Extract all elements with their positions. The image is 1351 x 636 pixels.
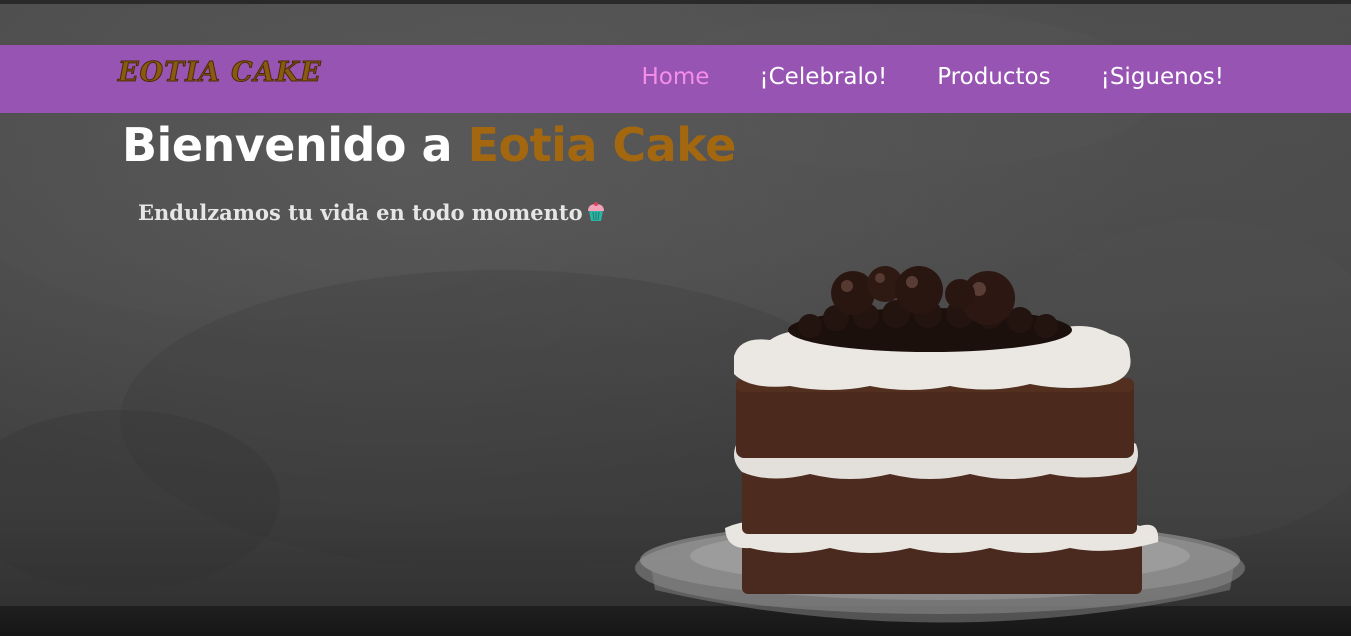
navbar: EOTIA CAKE Home ¡Celebralo! Productos ¡S…	[0, 45, 1351, 113]
cupcake-icon	[587, 202, 604, 221]
hero-title-brand: Eotia Cake	[467, 118, 737, 172]
chocolate-layer-cake-image	[635, 266, 1245, 623]
page: EOTIA CAKE Home ¡Celebralo! Productos ¡S…	[0, 0, 1351, 636]
nav-item-productos[interactable]: Productos	[937, 64, 1050, 90]
hero-title-prefix: Bienvenido a	[122, 118, 468, 172]
hero-subtitle-text: Endulzamos tu vida en todo momento	[138, 200, 583, 225]
top-strip	[0, 0, 1351, 4]
nav-item-siguenos[interactable]: ¡Siguenos!	[1101, 64, 1224, 90]
hero-title: Bienvenido a Eotia Cake	[122, 118, 736, 172]
nav-item-celebralo[interactable]: ¡Celebralo!	[759, 64, 887, 90]
site-logo[interactable]: EOTIA CAKE	[118, 57, 322, 89]
hero-subtitle: Endulzamos tu vida en todo momento	[138, 200, 607, 225]
main-nav: Home ¡Celebralo! Productos ¡Siguenos!	[641, 64, 1224, 90]
nav-item-home[interactable]: Home	[641, 64, 709, 90]
